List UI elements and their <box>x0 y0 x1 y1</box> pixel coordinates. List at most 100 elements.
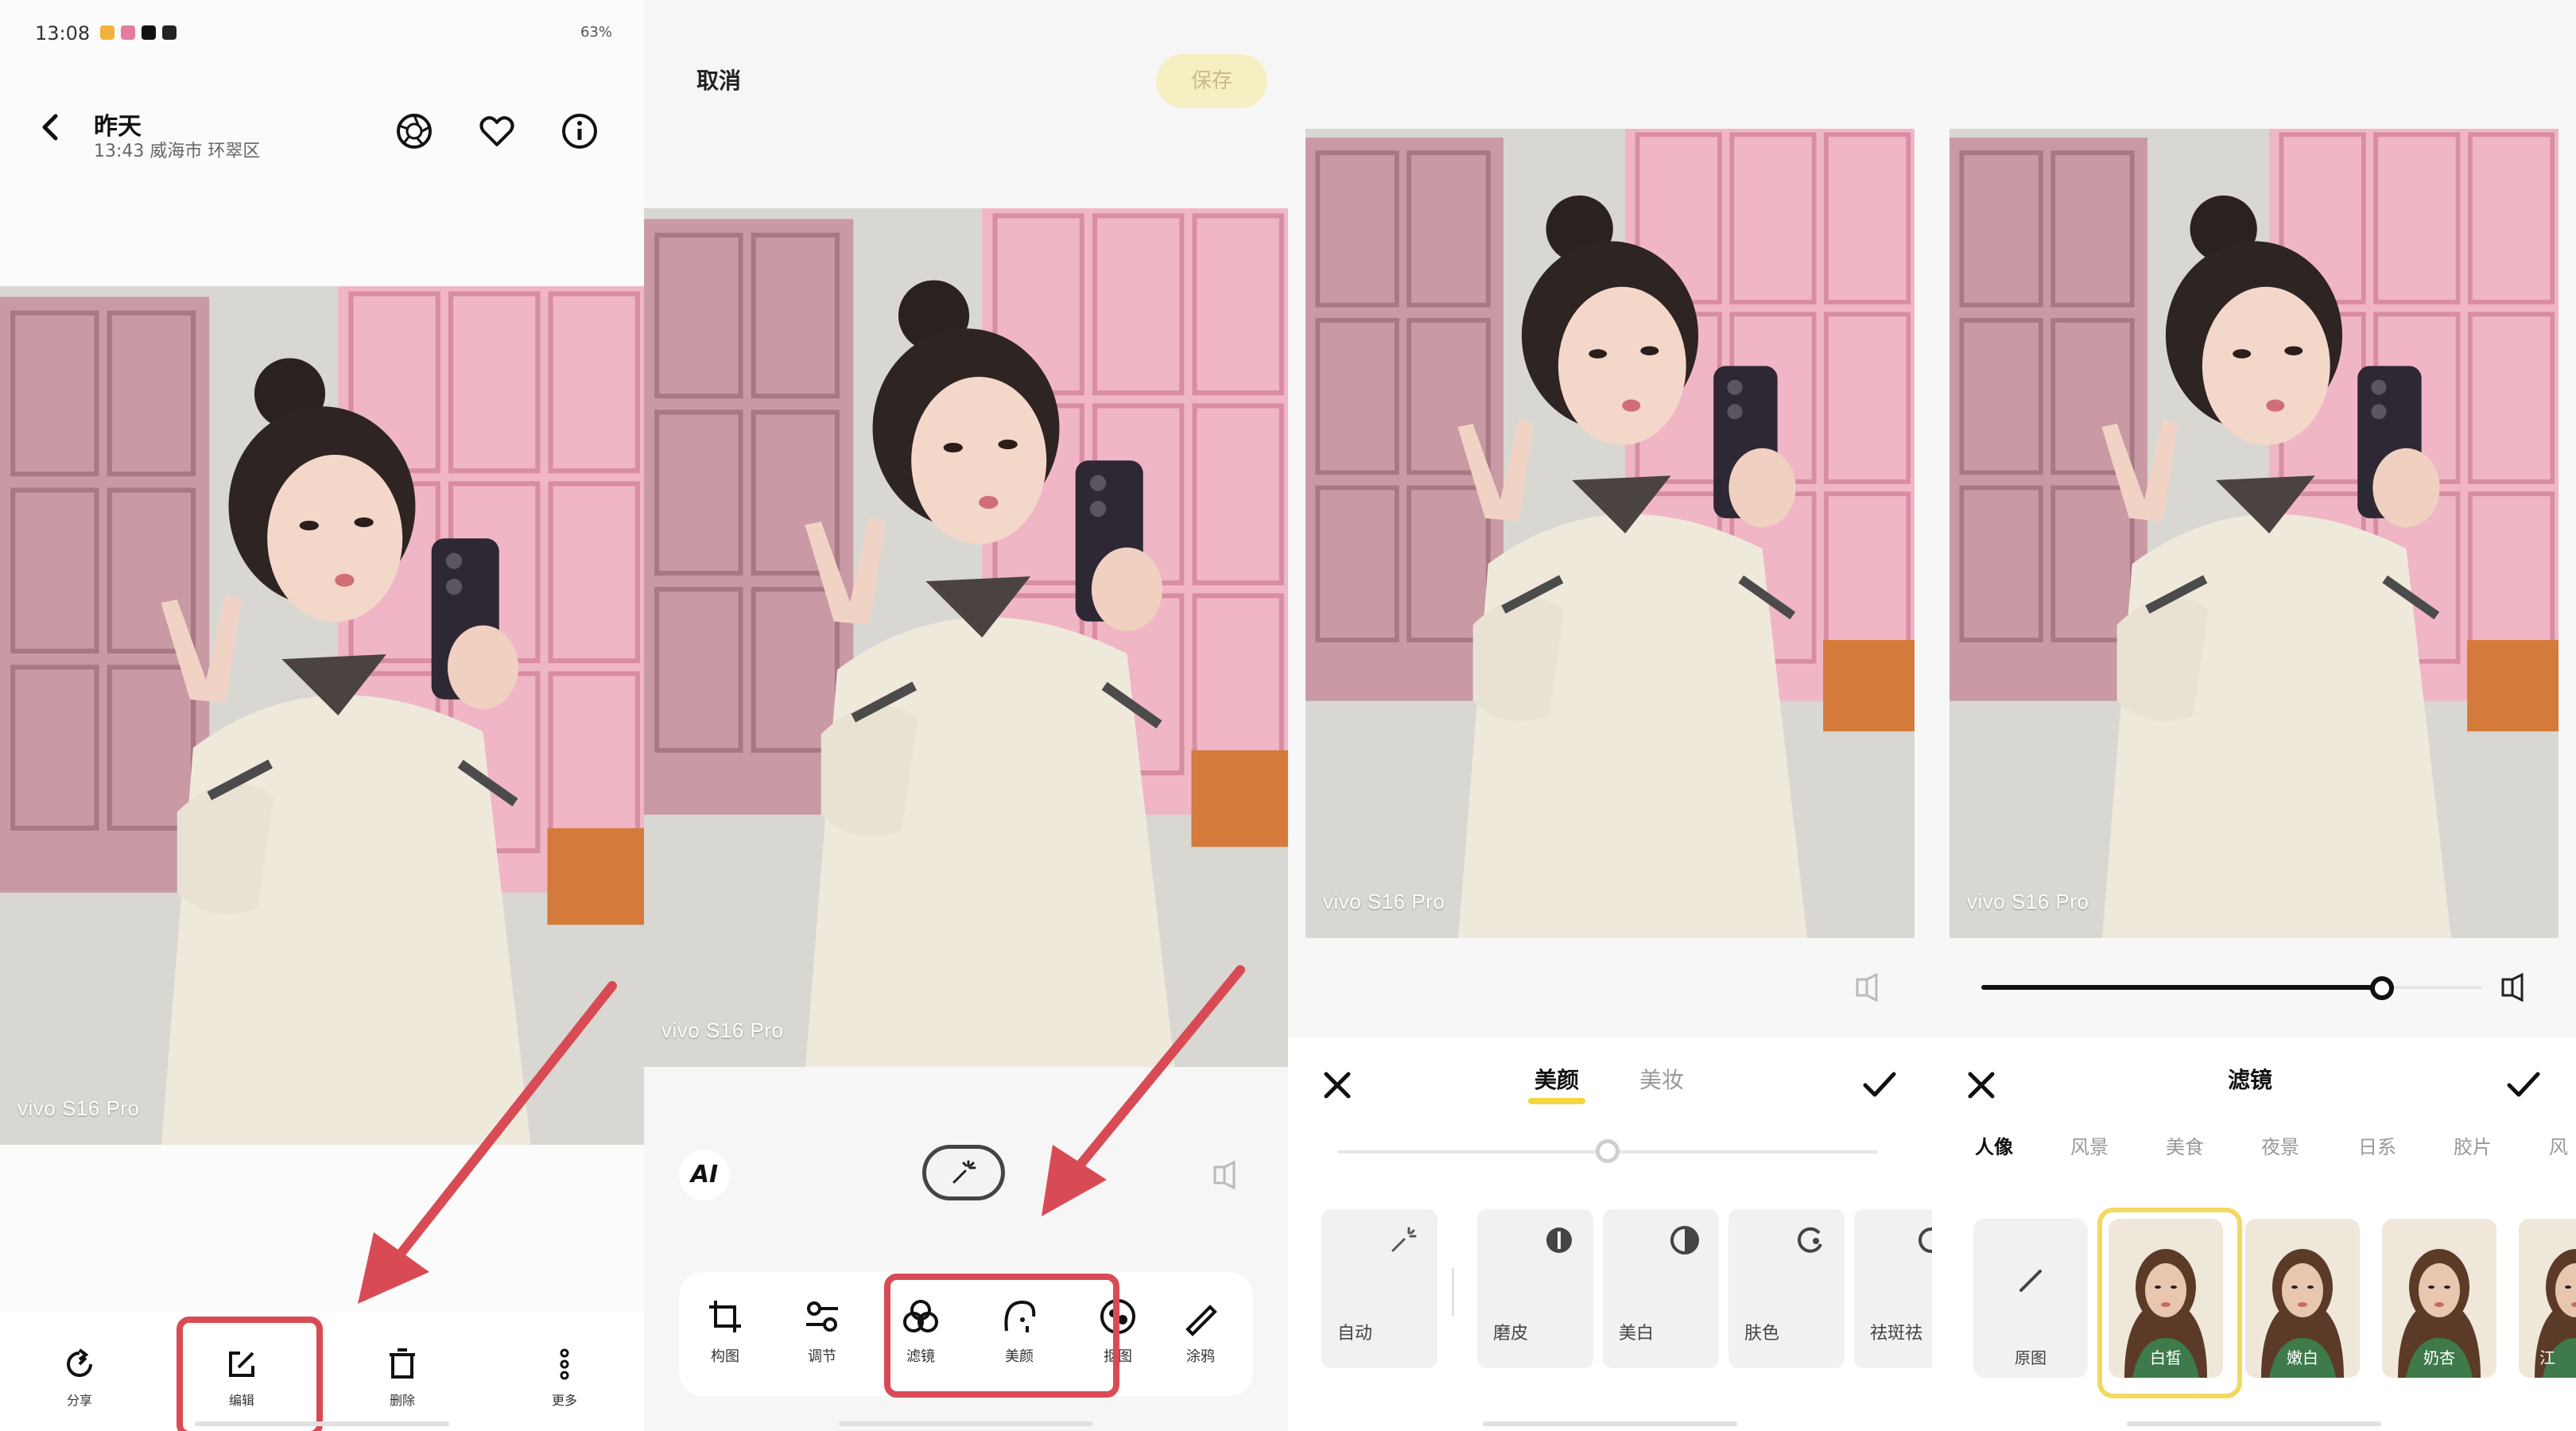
auto-enhance-button[interactable] <box>922 1145 1005 1200</box>
filter-strength-fill <box>1981 985 2382 990</box>
tool-adjust[interactable]: 调节 <box>782 1296 862 1366</box>
compare-icon[interactable] <box>2498 970 2533 1005</box>
filter-fair[interactable]: 白皙 <box>2109 1219 2223 1378</box>
category-portrait[interactable]: 人像 <box>1975 1131 2013 1159</box>
share-button[interactable]: 分享 <box>40 1347 119 1409</box>
battery-percent: 63% <box>580 24 612 41</box>
app-icon <box>162 25 177 40</box>
filter-label: 原图 <box>2015 1348 2046 1367</box>
option-auto[interactable]: 自动 <box>1321 1209 1437 1368</box>
option-smooth[interactable]: 磨皮 <box>1477 1209 1593 1368</box>
delete-button[interactable]: 删除 <box>363 1347 442 1409</box>
watermark: vivo S16 Pro <box>1967 890 2089 913</box>
info-icon[interactable] <box>560 111 599 151</box>
more-icon <box>560 1348 569 1380</box>
blemish-icon <box>1918 1227 1932 1253</box>
watermark: vivo S16 Pro <box>1323 890 1445 913</box>
editor-panel: 取消 保存 vivo S16 Pro AI 构图 调节 滤镜 美颜 抠图 涂鸦 <box>644 0 1288 1431</box>
home-indicator <box>2127 1421 2381 1426</box>
highlight-box <box>177 1317 323 1431</box>
category-landscape[interactable]: 风景 <box>2070 1131 2109 1159</box>
filter-river[interactable]: 江 <box>2519 1219 2576 1378</box>
close-icon[interactable] <box>1964 1068 1999 1103</box>
photo-image[interactable]: vivo S16 Pro <box>644 208 1288 1067</box>
tab-underline <box>1528 1098 1585 1104</box>
option-label: 磨皮 <box>1493 1324 1529 1344</box>
share-icon <box>67 1348 92 1377</box>
category-wind[interactable]: 风 <box>2549 1131 2568 1159</box>
ai-button[interactable]: AI <box>679 1150 730 1200</box>
skin-tone-icon <box>1798 1227 1822 1253</box>
more-button[interactable]: 更多 <box>525 1347 604 1409</box>
filter-tender-white[interactable]: 嫩白 <box>2245 1219 2360 1378</box>
tab-beauty[interactable]: 美颜 <box>1534 1063 1579 1095</box>
beauty-panel: vivo S16 Pro 美颜 美妆 自动 磨皮 美白 肤色 祛斑祛 <box>1288 0 1932 1431</box>
confirm-icon[interactable] <box>2504 1068 2543 1103</box>
delete-label: 删除 <box>389 1393 415 1408</box>
back-icon[interactable] <box>35 111 67 143</box>
app-icon <box>100 25 114 40</box>
doodle-icon <box>1185 1305 1217 1336</box>
divider <box>1452 1268 1454 1316</box>
category-film[interactable]: 胶片 <box>2454 1131 2492 1159</box>
option-whiten[interactable]: 美白 <box>1603 1209 1719 1368</box>
status-time: 13:08 <box>35 22 91 45</box>
delete-icon <box>390 1348 415 1379</box>
option-label: 祛斑祛 <box>1870 1324 1923 1344</box>
save-button[interactable]: 保存 <box>1156 54 1267 108</box>
option-label: 美白 <box>1619 1324 1655 1344</box>
category-japanese[interactable]: 日系 <box>2358 1131 2396 1159</box>
tool-crop[interactable]: 构图 <box>685 1296 765 1366</box>
adjust-icon <box>806 1301 838 1332</box>
filter-strength-knob[interactable] <box>2370 976 2394 1000</box>
category-food[interactable]: 美食 <box>2166 1131 2204 1159</box>
photo-meta: 13:43 威海市 环翠区 <box>94 142 261 161</box>
status-app-icons <box>100 25 177 40</box>
option-label: 肤色 <box>1744 1324 1780 1344</box>
crop-icon <box>709 1301 741 1332</box>
heart-icon[interactable] <box>477 111 517 151</box>
tool-doodle[interactable]: 涂鸦 <box>1177 1296 1224 1366</box>
smooth-icon <box>1546 1227 1572 1253</box>
compare-icon[interactable] <box>1852 970 1887 1005</box>
tool-label: 涂鸦 <box>1186 1348 1215 1365</box>
confirm-icon[interactable] <box>1860 1068 1899 1103</box>
watermark: vivo S16 Pro <box>17 1096 140 1120</box>
filter-original[interactable]: 原图 <box>1973 1219 2088 1378</box>
filter-title: 滤镜 <box>2228 1067 2273 1093</box>
option-blemish[interactable]: 祛斑祛 <box>1854 1209 1932 1368</box>
home-indicator <box>839 1421 1093 1426</box>
whiten-icon <box>1670 1226 1699 1255</box>
home-indicator <box>195 1421 449 1426</box>
filter-sheet: 滤镜 人像 风景 美食 夜景 日系 胶片 风 原图 白皙 嫩白 奶杏 江 <box>1932 1037 2576 1431</box>
share-label: 分享 <box>66 1393 92 1408</box>
option-label: 自动 <box>1337 1324 1373 1344</box>
photo-image[interactable]: vivo S16 Pro <box>1305 129 1915 938</box>
filter-panel: vivo S16 Pro 滤镜 人像 风景 美食 夜景 日系 胶片 风 原图 白… <box>1932 0 2576 1431</box>
category-night[interactable]: 夜景 <box>2261 1131 2299 1159</box>
tab-makeup[interactable]: 美妆 <box>1639 1063 1684 1095</box>
cancel-button[interactable]: 取消 <box>696 64 741 95</box>
app-icon <box>121 25 135 40</box>
close-icon[interactable] <box>1320 1068 1355 1103</box>
filter-label: 白皙 <box>2150 1348 2182 1367</box>
filter-label: 嫩白 <box>2287 1348 2318 1367</box>
more-label: 更多 <box>551 1393 577 1408</box>
tool-label: 调节 <box>808 1348 836 1365</box>
home-indicator <box>1483 1421 1737 1426</box>
app-icon <box>142 25 156 40</box>
photo-image[interactable]: vivo S16 Pro <box>1949 129 2559 938</box>
filter-label: 江 <box>2539 1348 2555 1367</box>
filter-label: 奶杏 <box>2423 1348 2455 1367</box>
photo-image[interactable]: vivo S16 Pro <box>0 286 644 1145</box>
compare-icon[interactable] <box>1210 1158 1245 1192</box>
intensity-slider-knob[interactable] <box>1596 1139 1620 1163</box>
option-skin-tone[interactable]: 肤色 <box>1728 1209 1845 1368</box>
aperture-icon[interactable] <box>394 111 434 151</box>
tool-label: 构图 <box>711 1348 739 1365</box>
highlight-box <box>884 1274 1119 1398</box>
beauty-sheet: 美颜 美妆 自动 磨皮 美白 肤色 祛斑祛 <box>1288 1037 1932 1431</box>
filter-milk-apricot[interactable]: 奶杏 <box>2382 1219 2496 1378</box>
photo-viewer-panel: 13:08 63% 昨天 13:43 威海市 环翠区 vivo S16 Pro … <box>0 0 644 1431</box>
watermark: vivo S16 Pro <box>661 1018 784 1042</box>
